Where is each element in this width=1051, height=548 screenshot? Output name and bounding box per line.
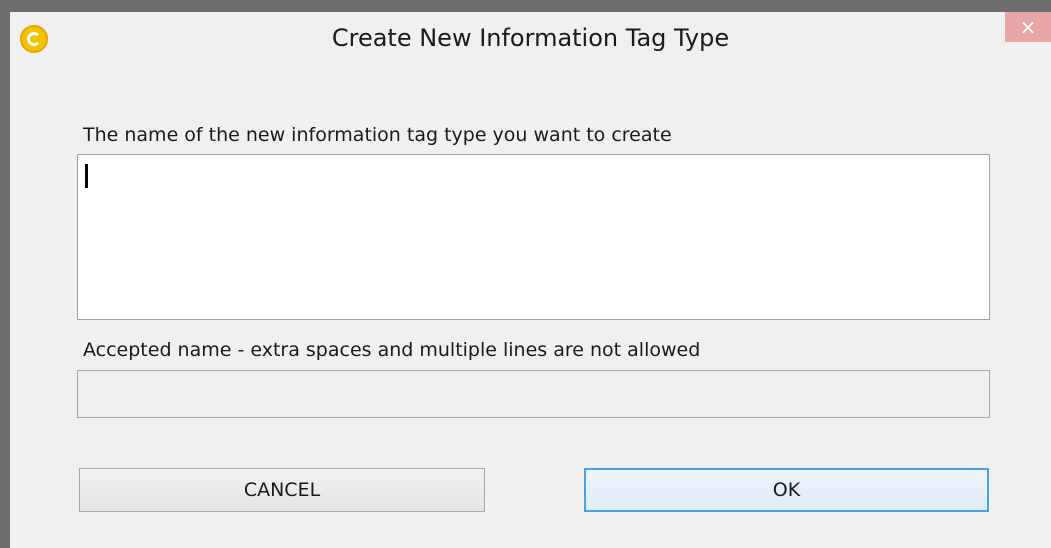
close-button[interactable]: × [1005,12,1051,42]
dialog-window: Create New Information Tag Type × The na… [0,0,1051,548]
tag-name-input[interactable] [77,154,990,320]
dialog-title: Create New Information Tag Type [331,24,730,52]
accepted-name-label: Accepted name - extra spaces and multipl… [83,339,701,361]
close-icon: × [1019,15,1037,39]
name-field-label: The name of the new information tag type… [83,124,672,146]
text-caret [85,164,88,188]
ok-button-label: OK [772,479,801,501]
ok-button[interactable]: OK [584,468,989,512]
accepted-name-field [77,370,990,418]
cancel-button-label: CANCEL [243,479,321,501]
cancel-button[interactable]: CANCEL [79,468,485,512]
title-bar: Create New Information Tag Type × [10,12,1051,74]
